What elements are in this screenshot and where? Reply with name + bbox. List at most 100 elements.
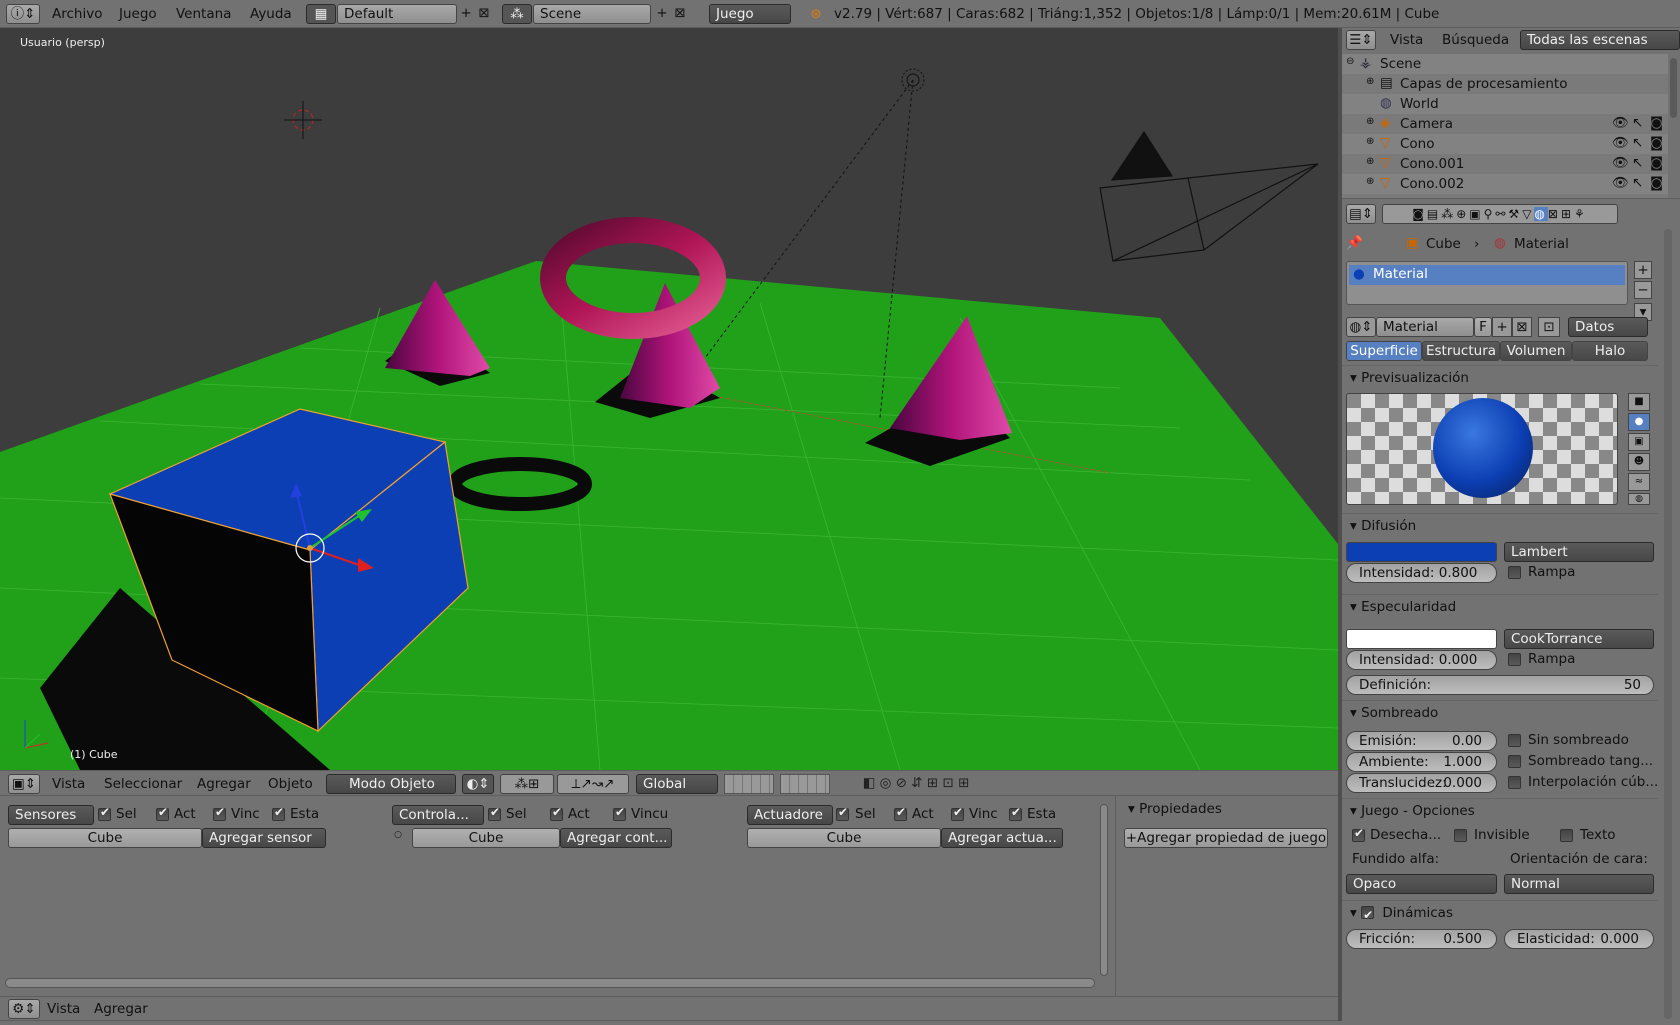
panel-dynamics-header[interactable]: ▾ Dinámicas (1342, 900, 1658, 927)
render-icon[interactable]: ◙ (1650, 135, 1663, 151)
orientation-select[interactable]: Global (636, 774, 718, 794)
tab-volumen[interactable]: Volumen (1500, 341, 1572, 361)
expand-icon[interactable]: ⊖ (1346, 56, 1354, 67)
outliner-row-world[interactable]: ◍ World (1342, 94, 1668, 114)
property-context-tabs[interactable]: ◙▤⁂⊕▣⚲⚯⚒▽◍⊠⊞⚘ (1382, 204, 1618, 224)
node-toggle-icon[interactable]: ⊡ (1538, 317, 1560, 337)
shading-select-icon[interactable]: ◐⇕ (462, 774, 494, 794)
scene-icon[interactable]: ⁂ (502, 4, 532, 24)
info-editor-icon[interactable]: ⓘ⇕ (6, 4, 40, 24)
ambient-field[interactable]: Ambiente: 1.000 (1346, 752, 1497, 772)
link-select[interactable]: Datos (1568, 317, 1648, 337)
controllers-sel-check[interactable] (488, 805, 501, 821)
diffuse-intensity-field[interactable]: Intensidad: 0.800 (1346, 563, 1497, 583)
scene-field[interactable]: Scene (533, 4, 651, 24)
actuators-sel-check[interactable] (836, 805, 849, 821)
viewport-3d[interactable]: Usuario (persp) (1) Cube (0, 28, 1338, 770)
panel-diffuse-header[interactable]: ▾ Difusión (1342, 513, 1658, 537)
add-controller-select[interactable]: Agregar cont... (560, 828, 672, 848)
menu-ayuda[interactable]: Ayuda (250, 0, 292, 28)
diffuse-shader-select[interactable]: Lambert (1504, 542, 1654, 562)
backface-check[interactable] (1352, 826, 1365, 842)
friction-field[interactable]: Fricción: 0.500 (1346, 929, 1497, 949)
preview-hair-icon[interactable]: ≈ (1628, 473, 1650, 491)
outliner-row-scene[interactable]: ⊖ ⚶ Scene (1342, 54, 1668, 74)
dynamics-check[interactable] (1361, 903, 1375, 927)
specular-color-swatch[interactable] (1346, 629, 1497, 649)
add-sensor-select[interactable]: Agregar sensor (202, 828, 326, 848)
elasticity-field[interactable]: Elasticidad: 0.000 (1504, 929, 1654, 949)
outliner-row-camera[interactable]: ⊕ ◈ Camera 👁 ↖ ◙ (1342, 114, 1668, 134)
pivot-icon[interactable]: ⁂⊞ (500, 774, 554, 794)
sensors-esta-check[interactable] (272, 805, 285, 821)
select-arrow-icon[interactable]: ↖ (1632, 135, 1643, 151)
panel-shading-header[interactable]: ▾ Sombreado (1342, 700, 1658, 724)
tab-superficie[interactable]: Superficie (1346, 341, 1422, 361)
outliner-editor-icon[interactable]: ☰⇕ (1346, 30, 1376, 50)
actuators-type-select[interactable]: Actuadore (747, 805, 833, 825)
material-slot-list[interactable]: ● Material (1346, 261, 1628, 305)
add-layout-icon[interactable]: + (457, 4, 475, 24)
specular-intensity-field[interactable]: Intensidad: 0.000 (1346, 650, 1497, 670)
unlink-material-icon[interactable]: ⊠ (1512, 317, 1532, 337)
specular-ramp-check[interactable] (1508, 653, 1521, 666)
editor-type-icon[interactable]: ▣⇕ (8, 774, 40, 794)
outliner-row-render-layers[interactable]: ⊕ ▤ Capas de procesamiento (1342, 74, 1668, 94)
diffuse-color-swatch[interactable] (1346, 542, 1497, 562)
outliner-row-cono-001[interactable]: ⊕ ▽ Cono.001 👁 ↖ ◙ (1342, 154, 1668, 174)
outliner-tab-busqueda[interactable]: Búsqueda (1442, 28, 1509, 56)
controllers-type-select[interactable]: Controla... (392, 805, 484, 825)
add-actuator-select[interactable]: Agregar actua... (941, 828, 1063, 848)
cubic-interp-check[interactable] (1508, 776, 1521, 789)
render-icon[interactable]: ◙ (1650, 175, 1663, 191)
engine-select[interactable]: Juego (709, 4, 791, 24)
sensors-act-check[interactable] (156, 805, 169, 821)
add-scene-icon[interactable]: + (653, 4, 671, 24)
render-icon[interactable]: ◙ (1650, 155, 1663, 171)
menu-agregar[interactable]: Agregar (197, 771, 251, 799)
close-layout-icon[interactable]: ⊠ (475, 4, 493, 24)
sensors-object-field[interactable]: Cube (8, 828, 202, 848)
invisible-check[interactable] (1454, 829, 1467, 842)
layout-field[interactable]: Default (337, 4, 457, 24)
add-material-icon[interactable]: + (1492, 317, 1512, 337)
preview-monkey-icon[interactable]: ☻ (1628, 453, 1650, 471)
menu-archivo[interactable]: Archivo (52, 0, 102, 28)
controllers-act-check[interactable] (550, 805, 563, 821)
text-check[interactable] (1560, 829, 1573, 842)
outliner-display-select[interactable]: Todas las escenas (1520, 30, 1680, 50)
diffuse-ramp-check[interactable] (1508, 566, 1521, 579)
expand-icon[interactable]: ⊕ (1366, 176, 1374, 187)
controllers-object-field[interactable]: Cube (412, 828, 560, 848)
outliner-row-cono-002[interactable]: ⊕ ▽ Cono.002 👁 ↖ ◙ (1342, 174, 1668, 194)
menu-vista[interactable]: Vista (52, 771, 85, 799)
menu-juego[interactable]: Juego (119, 0, 157, 28)
mode-select[interactable]: Modo Objeto (326, 774, 456, 794)
remove-slot-icon[interactable]: − (1634, 281, 1652, 299)
panel-specular-header[interactable]: ▾ Especularidad (1342, 594, 1658, 618)
controllers-vincu-check[interactable] (613, 805, 626, 821)
menu-ventana[interactable]: Ventana (176, 0, 231, 28)
preview-flat-icon[interactable]: ■ (1628, 393, 1650, 411)
shadeless-check[interactable] (1508, 734, 1521, 747)
expand-icon[interactable]: ⊕ (1366, 76, 1374, 87)
expand-icon[interactable]: ⊕ (1366, 156, 1374, 167)
actuators-act-check[interactable] (894, 805, 907, 821)
sensors-type-select[interactable]: Sensores (8, 805, 94, 825)
panel-preview-header[interactable]: ▾ Previsualización (1342, 365, 1658, 389)
layers-icon-2[interactable] (780, 774, 830, 794)
select-arrow-icon[interactable]: ↖ (1632, 175, 1643, 191)
logic-hscroll[interactable] (5, 978, 1095, 988)
manipulator-icons[interactable]: ⟂↗↝↗ (557, 774, 629, 794)
alpha-blend-select[interactable]: Opaco (1346, 874, 1497, 894)
actuators-esta-check[interactable] (1009, 805, 1022, 821)
tab-halo[interactable]: Halo (1572, 341, 1648, 361)
translucency-field[interactable]: Translucidez: 0.000 (1346, 773, 1497, 793)
preview-sphere-icon[interactable]: ● (1628, 413, 1650, 431)
outliner-scrollbar[interactable] (1670, 58, 1677, 118)
actuators-object-field[interactable]: Cube (747, 828, 941, 848)
menu-seleccionar[interactable]: Seleccionar (104, 771, 182, 799)
visibility-eye-icon[interactable]: 👁 (1612, 115, 1629, 131)
layout-icon[interactable]: ▦ (306, 4, 336, 24)
visibility-eye-icon[interactable]: 👁 (1612, 175, 1629, 191)
